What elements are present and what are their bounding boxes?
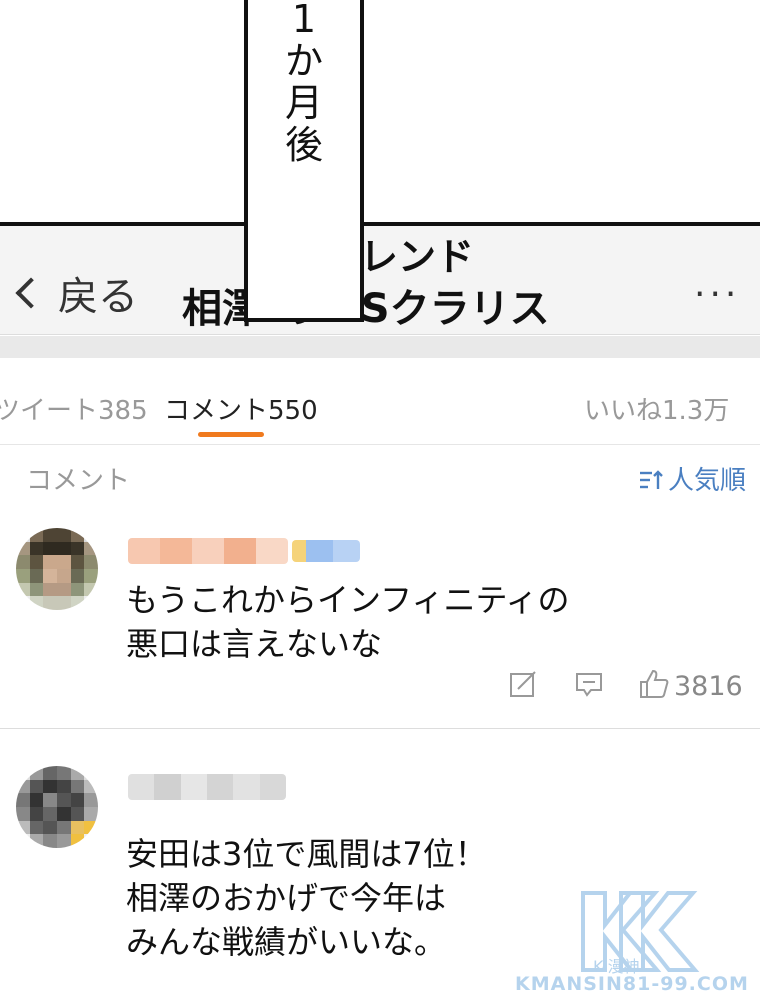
- username-blurred[interactable]: [128, 538, 288, 564]
- page-title-line2: 相澤 の VSクラリス: [182, 286, 550, 332]
- caption-box: 1 か 月 後: [244, 0, 364, 322]
- back-label: 戻る: [58, 274, 138, 320]
- comment-actions: 3816: [508, 668, 743, 704]
- tab-comments[interactable]: コメント550: [164, 390, 318, 427]
- comment-icon[interactable]: [574, 669, 604, 703]
- user-badge: [292, 540, 360, 562]
- section-label: コメント: [26, 466, 131, 496]
- app-header: 戻る レンド 相澤 の VSクラリス ···: [0, 226, 760, 335]
- comment-text: もうこれからインフィニティの 悪口は言えないな: [126, 581, 570, 663]
- comments-section-header: コメント 人気順: [0, 446, 760, 506]
- header-separator: [0, 336, 760, 358]
- back-button[interactable]: 戻る: [10, 264, 138, 322]
- page-title-line1: レンド: [360, 235, 475, 279]
- reply-icon[interactable]: [508, 669, 538, 703]
- chevron-left-icon: [15, 277, 47, 309]
- avatar[interactable]: [16, 766, 98, 848]
- username-blurred[interactable]: [128, 774, 286, 800]
- like-count: 3816: [674, 670, 743, 702]
- manga-panel: [0, 0, 760, 226]
- sort-label: 人気順: [667, 466, 746, 496]
- avatar[interactable]: [16, 528, 98, 610]
- comment-divider: [0, 728, 760, 729]
- tab-likes[interactable]: いいね1.3万: [584, 390, 729, 427]
- caption-text: 1 か 月 後: [284, 0, 323, 167]
- watermark-url: KMANSIN81-99.COM: [515, 973, 749, 995]
- more-options-button[interactable]: ···: [694, 274, 740, 315]
- sort-icon: [638, 468, 664, 490]
- tab-tweets[interactable]: ツイート385: [0, 390, 148, 427]
- tab-bar: ツイート385 コメント550 いいね1.3万: [0, 358, 760, 445]
- like-icon[interactable]: [638, 668, 670, 704]
- active-tab-indicator: [198, 432, 264, 437]
- comment-text: 安田は3位で風間は7位！ 相澤のおかげで今年は みんな戦績がいいな。: [126, 835, 487, 961]
- sort-button[interactable]: 人気順: [638, 460, 746, 497]
- watermark-logo: K-漫神 KMANSIN81-99.COM: [505, 875, 755, 1000]
